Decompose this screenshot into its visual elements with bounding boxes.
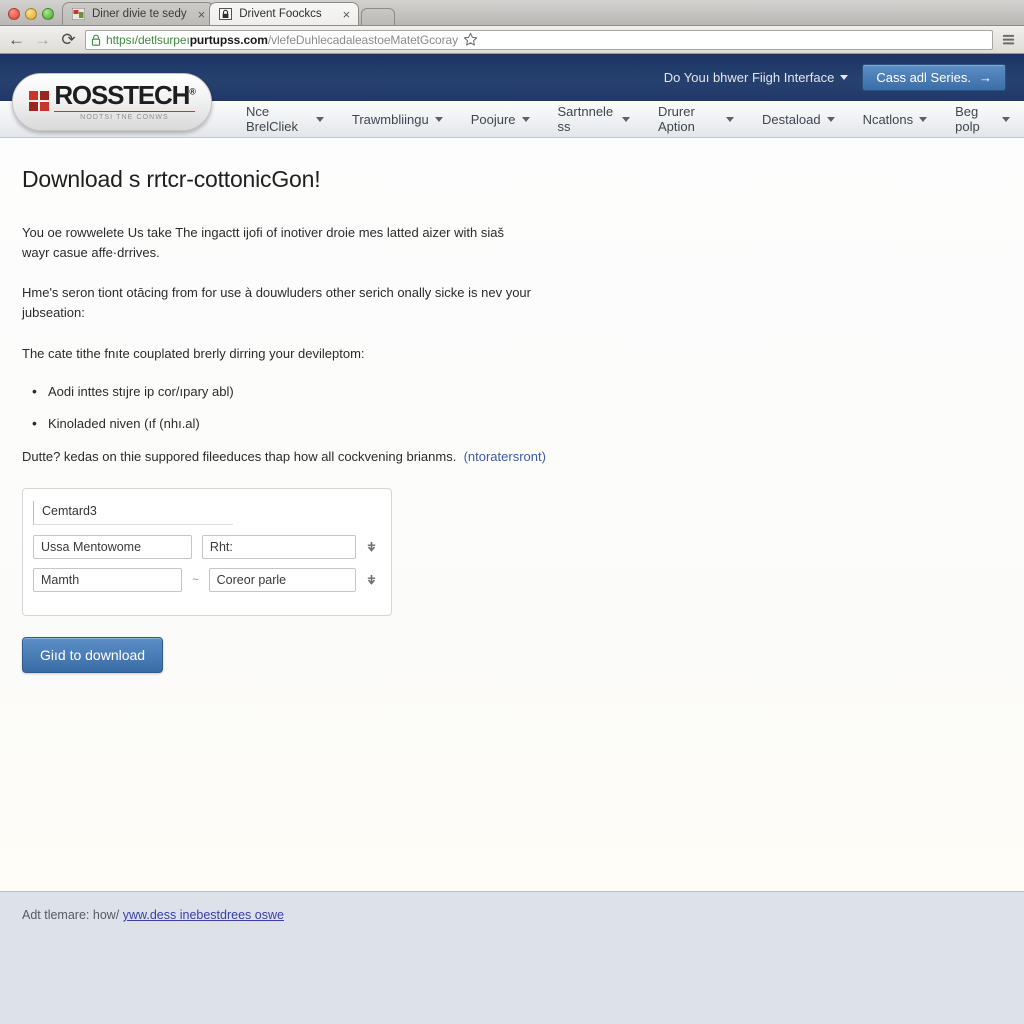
navigation-toolbar: ← → ⟳ httpsı/detlsurpeıpurtupss.com/vlef… — [0, 26, 1024, 54]
row-separator: ~ — [192, 573, 199, 586]
month-input[interactable]: Mamth — [33, 567, 183, 592]
requirements-list: Aodi inttes stıjre ip cor/ıpary abl) Kin… — [32, 383, 1024, 431]
top-bar-cta-button[interactable]: Cass adl Series. → — [862, 64, 1006, 91]
nav-item-4[interactable]: Drurer Aption — [644, 104, 748, 134]
nav-item-label: Trawmbliingu — [351, 111, 429, 127]
top-bar-cta-label: Cass adl Series. — [876, 70, 971, 85]
form-row-2: Mamth ~ Coreor parle — [33, 567, 377, 592]
nav-item-5[interactable]: Destaload — [748, 112, 849, 127]
chevron-down-icon — [840, 75, 849, 80]
tab-title: Diner divie te sedy — [92, 8, 187, 20]
footer-text: Adt tlemare: how/ yww.dess inebestdrees … — [22, 908, 1024, 922]
footer-link[interactable]: yww.dess inebestdrees oswe — [123, 908, 284, 922]
right-input-2[interactable]: Coreor parle — [208, 567, 356, 592]
note-text: Dutte? kedas on thie suppored fileeduces… — [22, 448, 457, 464]
nav-item-1[interactable]: Trawmbliingu — [338, 112, 457, 127]
note-link[interactable]: (ntoratersront) — [464, 449, 546, 464]
browser-tab-1[interactable]: Diner divie te sedy × — [62, 2, 215, 25]
download-button[interactable]: Giıd to download — [22, 636, 164, 673]
chevron-down-icon — [521, 116, 530, 122]
nav-item-label: Sartnnele ss — [557, 104, 614, 134]
logo-squares-icon — [29, 91, 50, 111]
nav-item-label: Ncatlons — [862, 111, 914, 127]
url-path: /vlefeDuhlecadaleastoeMatetGcoray — [267, 32, 458, 47]
site-logo[interactable]: ROSSTECH® NODTSI TNE CONWS — [12, 73, 212, 131]
top-bar-dropdown-label: Do Youı bhwer Fiigh Interface — [663, 70, 835, 85]
nav-item-3[interactable]: Sartnnele ss — [544, 104, 644, 134]
chevron-down-icon — [621, 116, 630, 122]
image-icon — [72, 8, 85, 20]
site-top-bar: ROSSTECH® NODTSI TNE CONWS Do Youı bhwer… — [0, 54, 1024, 131]
star-icon[interactable] — [463, 32, 478, 47]
forward-button[interactable]: → — [33, 31, 52, 48]
nav-item-label: Beg polp — [955, 104, 980, 134]
url-scheme: httpsı/detlsurpeı — [106, 32, 190, 47]
spinner-icon[interactable] — [366, 574, 377, 586]
address-bar[interactable]: httpsı/detlsurpeıpurtupss.com/vlefeDuhle… — [85, 29, 993, 50]
close-window-button[interactable] — [8, 8, 20, 20]
page-content: Download s rrtcr-cottonicGon! You oe row… — [0, 138, 1024, 891]
nav-item-2[interactable]: Poojure — [457, 112, 544, 127]
window-controls — [6, 8, 62, 25]
page-title: Download s rrtcr-cottonicGon! — [22, 166, 321, 192]
list-item: Aodi inttes stıjre ip cor/ıpary abl) — [32, 383, 1024, 399]
username-input[interactable]: Ussa Mentowome — [33, 534, 192, 559]
chevron-down-icon — [919, 116, 928, 122]
tab-close-icon[interactable]: × — [194, 8, 206, 21]
list-item: Kinoladed niven (ıf (nhı.al) — [32, 415, 1024, 431]
maximize-window-button[interactable] — [42, 8, 54, 20]
nav-item-label: Nce BrelCliek — [246, 104, 299, 134]
lock-icon — [219, 8, 233, 20]
right-input-1[interactable]: Rht: — [201, 534, 356, 559]
chevron-down-icon — [434, 116, 443, 122]
url-host: purtupss.com — [189, 32, 268, 47]
reload-button[interactable]: ⟳ — [59, 31, 78, 48]
nav-item-0[interactable]: Nce BrelCliek — [232, 104, 338, 134]
nav-item-label: Destaload — [762, 111, 821, 127]
logo-inner: ROSSTECH® NODTSI TNE CONWS — [29, 79, 196, 123]
logo-text: ROSSTECH® NODTSI TNE CONWS — [54, 79, 196, 121]
note-paragraph: Dutte? kedas on thie suppored fileeduces… — [22, 449, 1024, 464]
arrow-right-icon: → — [979, 70, 992, 85]
minimize-window-button[interactable] — [25, 8, 37, 20]
logo-trademark: ® — [189, 85, 196, 96]
new-tab-button[interactable] — [361, 8, 396, 25]
footer-prefix: Adt tlemare: how/ — [22, 908, 120, 922]
address-bar-text: httpsı/detlsurpeıpurtupss.com/vlefeDuhle… — [106, 33, 458, 47]
browser-window: Diner divie te sedy × Drivent Foockcs × … — [0, 0, 1024, 1024]
chevron-down-icon — [726, 116, 735, 122]
top-bar-dropdown[interactable]: Do Youı bhwer Fiigh Interface — [664, 70, 849, 85]
spinner-icon[interactable] — [366, 541, 377, 553]
nav-item-6[interactable]: Ncatlons — [849, 112, 942, 127]
back-button[interactable]: ← — [7, 31, 26, 48]
nav-item-label: Drurer Aption — [657, 104, 695, 134]
paragraph-2: Hme's seron tiont otācing from for use à… — [22, 285, 531, 321]
tab-title: Drivent Foockcs — [239, 8, 322, 20]
chevron-down-icon — [315, 116, 324, 122]
logo-tagline: NODTSI TNE CONWS — [54, 110, 195, 121]
nav-item-label: Poojure — [470, 111, 516, 127]
download-form-panel: Cemtard3 Ussa Mentowome Rht: Mamth ~ Cor… — [22, 487, 392, 616]
menu-icon[interactable] — [1000, 32, 1017, 47]
paragraph-1: You oe rowwelete Us take The ingactt ijo… — [22, 225, 504, 261]
page-footer: Adt tlemare: how/ yww.dess inebestdrees … — [0, 891, 1024, 1024]
chevron-down-icon — [826, 116, 835, 122]
tab-strip: Diner divie te sedy × Drivent Foockcs × — [0, 0, 1024, 26]
paragraph-3: The cate tithe fnıte couplated brerly di… — [22, 345, 365, 361]
nav-item-7[interactable]: Beg polp — [941, 104, 1024, 134]
chevron-down-icon — [1002, 116, 1010, 122]
form-row-1: Ussa Mentowome Rht: — [33, 534, 377, 559]
form-title-field[interactable]: Cemtard3 — [33, 500, 233, 525]
logo-wordmark: ROSSTECH® — [54, 79, 196, 110]
browser-tab-2[interactable]: Drivent Foockcs × — [209, 2, 360, 25]
lock-icon — [91, 34, 101, 46]
tab-close-icon[interactable]: × — [339, 8, 351, 21]
